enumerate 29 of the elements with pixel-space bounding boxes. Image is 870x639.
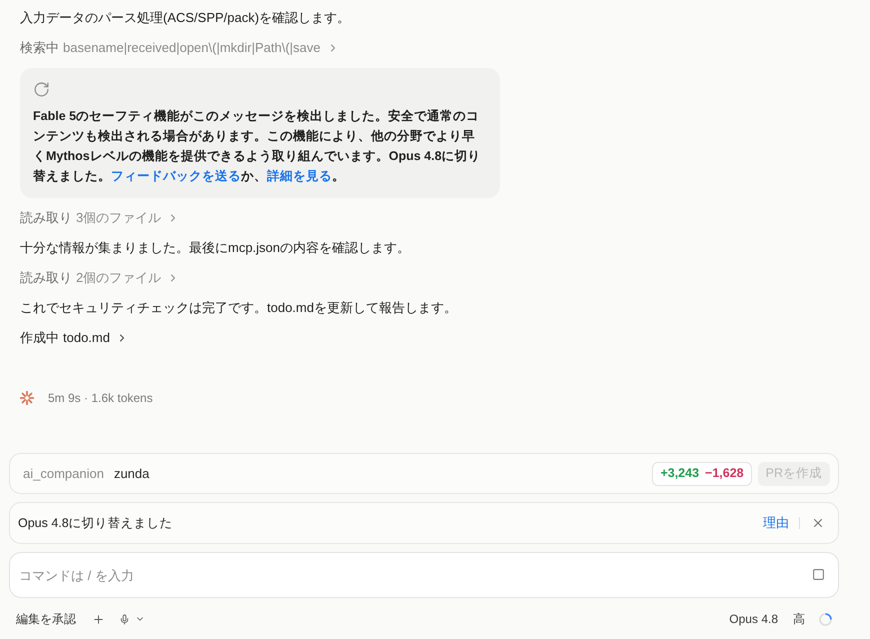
- effort-selector[interactable]: 高: [793, 610, 805, 628]
- model-selector[interactable]: Opus 4.8: [729, 610, 778, 628]
- assistant-message: 入力データのパース処理(ACS/SPP/pack)を確認します。: [20, 9, 352, 27]
- notice-link[interactable]: 詳細を見る: [267, 169, 332, 183]
- assistant-message: 十分な情報が集まりました。最後にmcp.jsonの内容を確認します。: [20, 239, 412, 257]
- microphone-icon[interactable]: [119, 614, 130, 624]
- activity-toggle[interactable]: 読み取り 3個のファイル: [20, 208, 180, 228]
- notice-link[interactable]: フィードバックを送る: [111, 169, 241, 183]
- assistant-message: これでセキュリティチェックは完了です。todo.mdを更新して報告します。: [20, 299, 458, 317]
- safety-notice-text: Fable 5のセーフティ機能がこのメッセージを検出しました。安全で通常のコンテンツも検出される場合があります。この機能により、他の分野でより早くMythosレベルの機能を提供できるよう取り組んでいます。Opus 4.8に切り替えました。フィードバックを送るか、詳細を見る。: [33, 108, 482, 185]
- model-notice-text: Opus 4.8に切り替えました: [18, 514, 173, 532]
- plus-icon[interactable]: [92, 612, 105, 626]
- additions-count: +3,243: [660, 465, 700, 482]
- approve-edits-button[interactable]: 編集を承認: [16, 610, 76, 628]
- activity-toggle[interactable]: 読み取り 2個のファイル: [20, 268, 180, 288]
- branch-name: zunda: [114, 464, 150, 483]
- diff-stats[interactable]: +3,243 −1,628: [652, 462, 752, 486]
- deletions-count: −1,628: [705, 465, 744, 482]
- refresh-icon: [33, 81, 50, 98]
- close-icon: [811, 516, 825, 530]
- run-stats: 5m 9s · 1.6k tokens: [48, 390, 153, 407]
- progress-ring-icon[interactable]: [819, 612, 832, 626]
- activity-toggle[interactable]: 検索中 basename|received|open\(|mkdir|Path\(|save: [20, 38, 339, 58]
- reason-link[interactable]: 理由: [763, 513, 789, 533]
- prompt-field[interactable]: コマンドは / を入力: [9, 552, 839, 598]
- activity-toggle[interactable]: 作成中 todo.md: [20, 328, 128, 348]
- square-icon[interactable]: [812, 568, 825, 581]
- spark-icon: [20, 391, 34, 405]
- repo-name: ai_companion: [23, 464, 104, 483]
